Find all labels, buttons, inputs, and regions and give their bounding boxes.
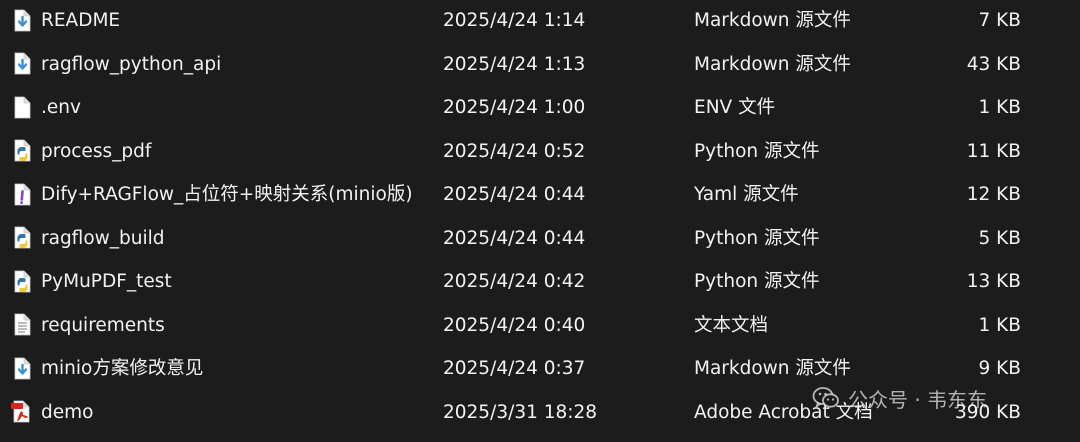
- file-type: Python 源文件: [694, 271, 820, 292]
- file-date: 2025/4/24 1:13: [443, 53, 586, 75]
- pdf-file-icon: [10, 391, 34, 435]
- file-date: 2025/4/24 0:42: [443, 271, 586, 292]
- file-size: 11 KB: [966, 140, 1021, 162]
- python-file-icon: [10, 217, 34, 261]
- file-row[interactable]: .env 2025/4/24 1:00 ENV 文件 1 KB: [0, 86, 1080, 130]
- markdown-file-icon: [10, 0, 34, 43]
- markdown-file-icon: [10, 347, 34, 391]
- file-type: Python 源文件: [694, 227, 820, 249]
- file-size: 1 KB: [978, 97, 1021, 118]
- file-type: Python 源文件: [694, 140, 820, 162]
- file-name[interactable]: .env: [41, 86, 81, 130]
- file-name[interactable]: ragflow_python_api: [41, 43, 221, 87]
- file-size: 12 KB: [966, 184, 1021, 205]
- file-type: Markdown 源文件: [694, 53, 851, 75]
- file-name[interactable]: Dify+RAGFlow_占位符+映射关系(minio版): [41, 173, 413, 217]
- file-size: 7 KB: [978, 10, 1021, 31]
- file-type: Markdown 源文件: [694, 10, 851, 31]
- file-row[interactable]: ragflow_python_api 2025/4/24 1:13 Markdo…: [0, 43, 1080, 87]
- file-type: 文本文档: [694, 314, 769, 336]
- file-name[interactable]: demo: [41, 391, 93, 435]
- file-name[interactable]: PyMuPDF_test: [41, 260, 172, 304]
- file-date: 2025/4/24 0:44: [443, 184, 586, 205]
- file-date: 2025/4/24 1:00: [443, 97, 586, 118]
- text-file-icon: [10, 304, 34, 348]
- file-row[interactable]: Dify+RAGFlow_占位符+映射关系(minio版) 2025/4/24 …: [0, 173, 1080, 217]
- file-list: README 2025/4/24 1:14 Markdown 源文件 7 KB …: [0, 0, 1080, 434]
- file-date: 2025/4/24 0:52: [443, 140, 586, 162]
- file-name[interactable]: process_pdf: [41, 130, 151, 174]
- file-row[interactable]: ragflow_build 2025/4/24 0:44 Python 源文件 …: [0, 217, 1080, 261]
- file-date: 2025/4/24 0:37: [443, 358, 586, 379]
- yaml-file-icon: [10, 173, 34, 217]
- file-row[interactable]: PyMuPDF_test 2025/4/24 0:42 Python 源文件 1…: [0, 260, 1080, 304]
- file-type: Yaml 源文件: [694, 184, 799, 205]
- file-row[interactable]: minio方案修改意见 2025/4/24 0:37 Markdown 源文件 …: [0, 347, 1080, 391]
- file-row[interactable]: requirements 2025/4/24 0:40 文本文档 1 KB: [0, 304, 1080, 348]
- file-row[interactable]: process_pdf 2025/4/24 0:52 Python 源文件 11…: [0, 130, 1080, 174]
- file-name[interactable]: README: [41, 0, 120, 43]
- python-file-icon: [10, 130, 34, 174]
- file-size: 5 KB: [978, 227, 1021, 249]
- file-type: Markdown 源文件: [694, 358, 851, 379]
- file-date: 2025/4/24 1:14: [443, 10, 586, 31]
- blank-file-icon: [10, 86, 34, 130]
- file-type: Adobe Acrobat 文档: [694, 401, 873, 423]
- file-size: 1 KB: [978, 314, 1021, 336]
- markdown-file-icon: [10, 43, 34, 87]
- file-date: 2025/4/24 0:40: [443, 314, 586, 336]
- file-size: 13 KB: [966, 271, 1021, 292]
- file-size: 390 KB: [954, 401, 1021, 423]
- file-row[interactable]: demo 2025/3/31 18:28 Adobe Acrobat 文档 39…: [0, 391, 1080, 435]
- file-row[interactable]: README 2025/4/24 1:14 Markdown 源文件 7 KB: [0, 0, 1080, 43]
- file-name[interactable]: requirements: [41, 304, 165, 348]
- file-name[interactable]: ragflow_build: [41, 217, 165, 261]
- file-date: 2025/3/31 18:28: [443, 401, 598, 423]
- file-size: 9 KB: [978, 358, 1021, 379]
- file-type: ENV 文件: [694, 97, 776, 118]
- file-date: 2025/4/24 0:44: [443, 227, 586, 249]
- file-name[interactable]: minio方案修改意见: [41, 347, 203, 391]
- python-file-icon: [10, 260, 34, 304]
- file-size: 43 KB: [966, 53, 1021, 75]
